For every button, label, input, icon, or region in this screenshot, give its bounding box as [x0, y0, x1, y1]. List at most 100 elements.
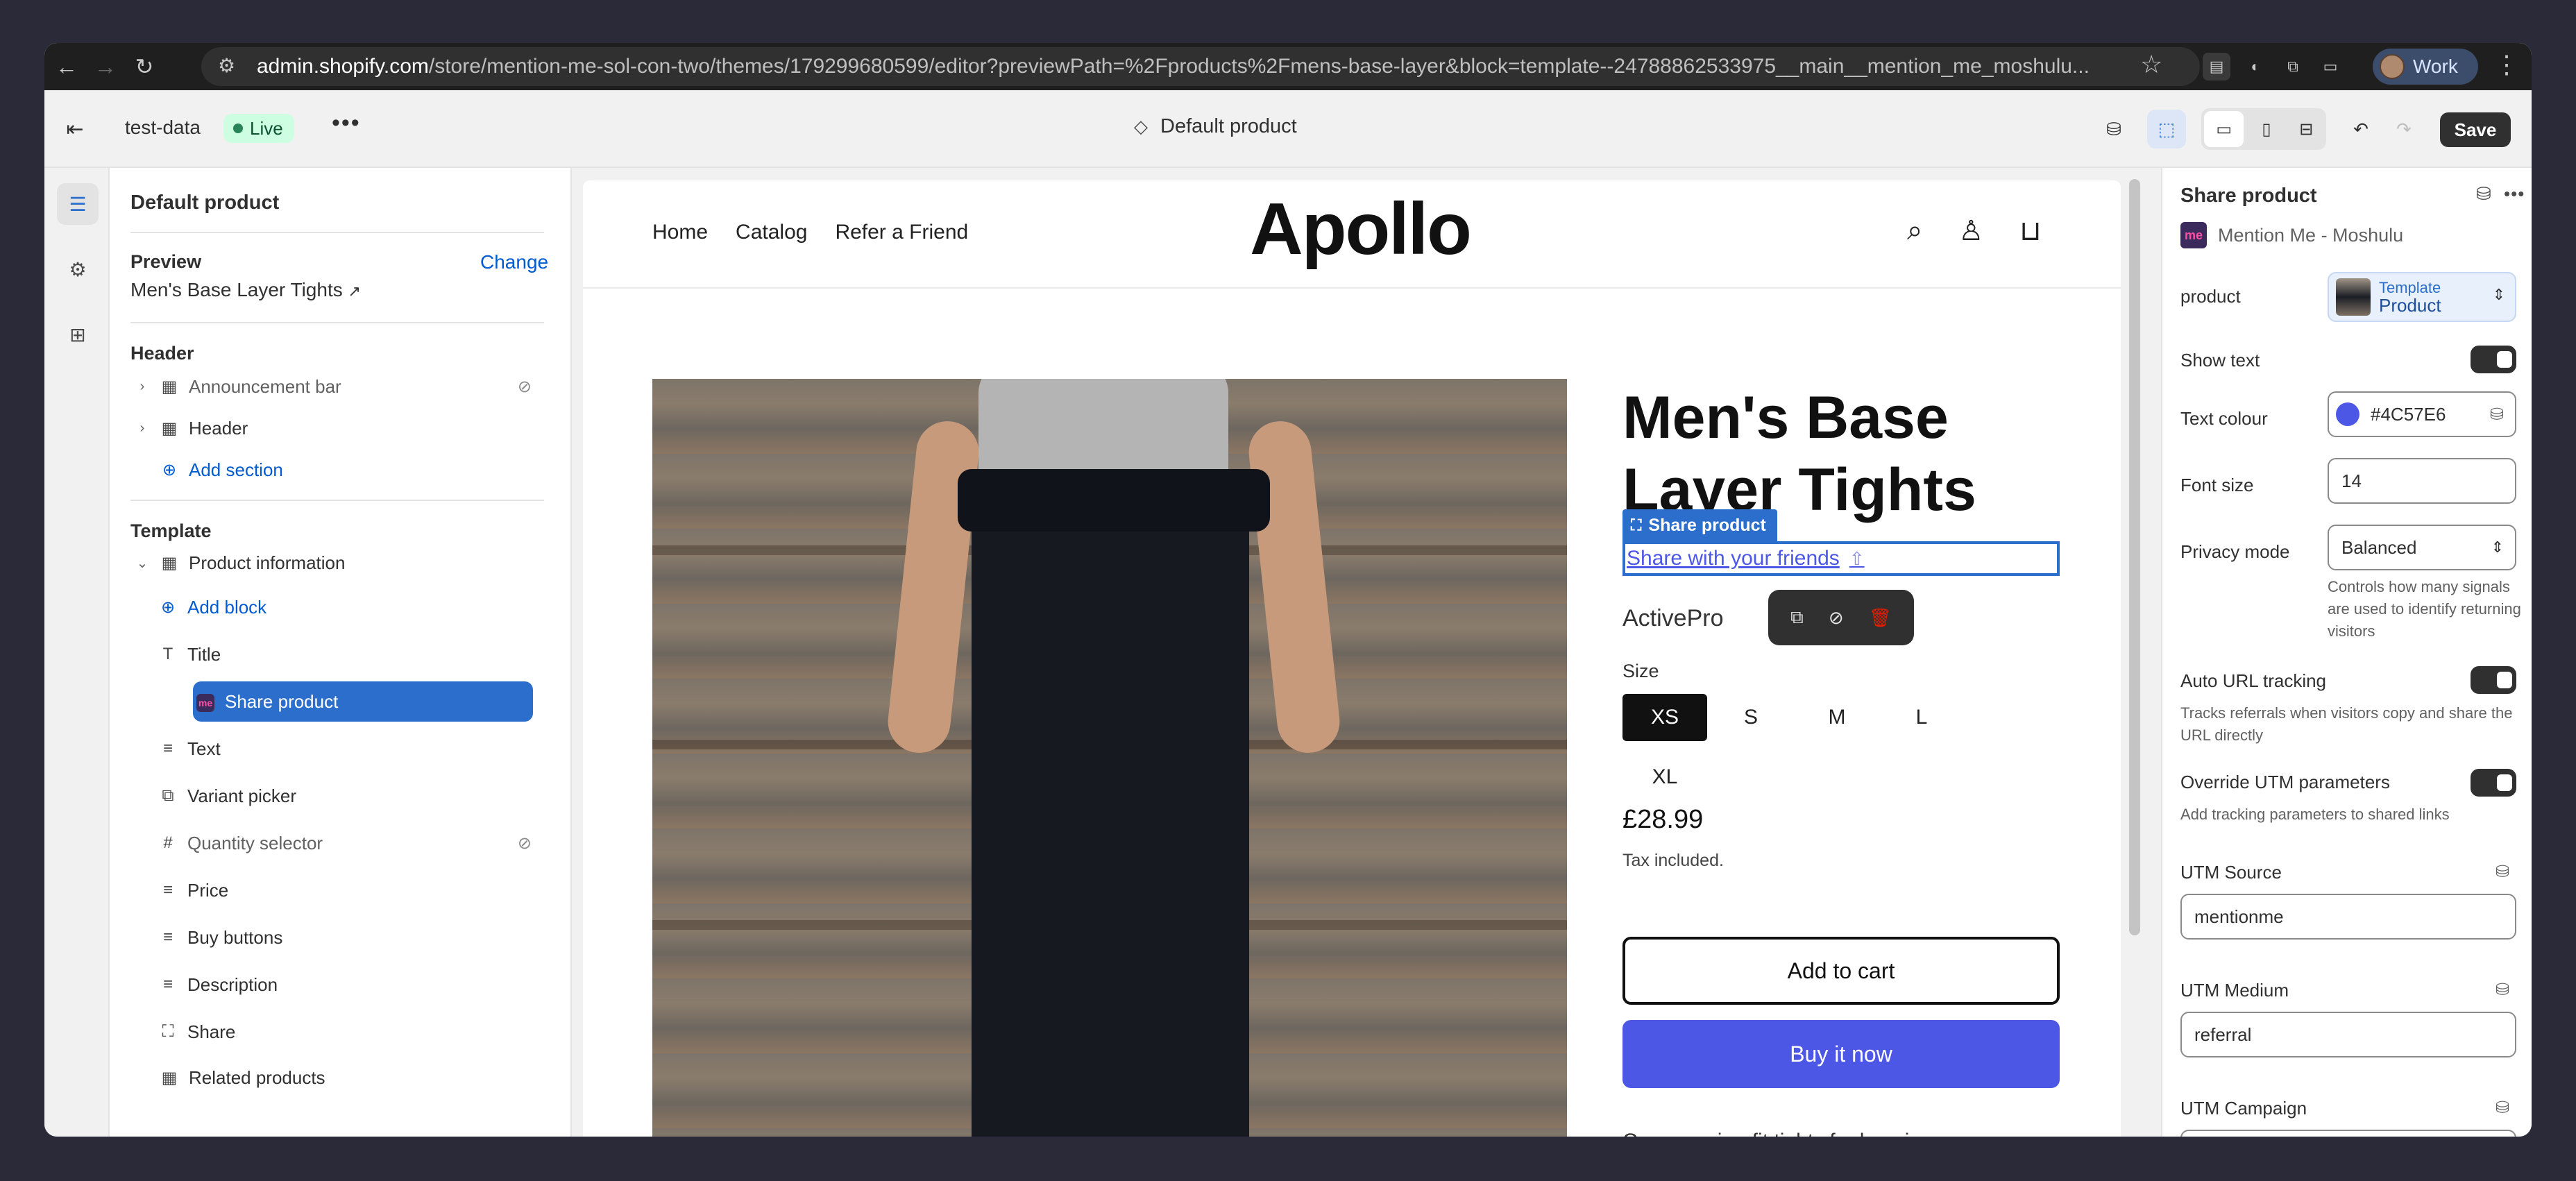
text-colour-field[interactable]: #4C57E6 ⛁ — [2328, 391, 2516, 437]
add-block-button[interactable]: ⊕ Add block — [153, 587, 544, 627]
full-width-icon[interactable]: ⊟ — [2287, 108, 2326, 150]
size-option-s[interactable]: S — [1709, 694, 1793, 741]
theme-settings-icon[interactable]: ⚙ — [57, 248, 99, 290]
reload-icon[interactable]: ↻ — [125, 47, 164, 86]
block-buy-buttons[interactable]: ≡ Buy buttons — [153, 917, 544, 958]
dynamic-source-icon[interactable]: ⛁ — [2490, 405, 2504, 425]
size-option-l[interactable]: L — [1879, 694, 1964, 741]
font-size-input[interactable]: 14 — [2328, 458, 2516, 504]
utm-source-input[interactable]: mentionme — [2180, 894, 2516, 940]
preview-scrollbar[interactable] — [2129, 179, 2140, 935]
block-share[interactable]: ⛶ Share — [153, 1012, 544, 1052]
extension-icon[interactable]: ▤ — [2203, 53, 2230, 80]
back-icon[interactable]: ← — [47, 47, 86, 86]
settings-title: Share product — [2180, 185, 2317, 207]
redo-icon[interactable]: ↷ — [2384, 110, 2423, 148]
buy-it-now-button[interactable]: Buy it now — [1622, 1020, 2060, 1088]
utm-source-label: UTM Source — [2180, 862, 2282, 883]
store-header-icons: ⌕ ♙ ⊔ — [1907, 215, 2041, 247]
privacy-value: Balanced — [2341, 536, 2417, 558]
utm-medium-input[interactable]: referral — [2180, 1012, 2516, 1057]
nav-link-catalog[interactable]: Catalog — [736, 221, 807, 244]
sections-icon[interactable]: ☰ — [57, 183, 99, 225]
account-icon[interactable]: ♙ — [1958, 215, 1983, 247]
site-settings-icon[interactable]: ⚙ — [218, 54, 243, 79]
duplicate-icon[interactable]: ⧉ — [1790, 606, 1804, 629]
mobile-icon[interactable]: ▯ — [2246, 108, 2286, 150]
chevron-right-icon[interactable]: › — [130, 379, 154, 395]
inspector-icon[interactable]: ⬚ — [2147, 110, 2186, 148]
hide-eye-icon[interactable]: ⊘ — [1829, 607, 1844, 629]
section-layout-icon: ▦ — [161, 418, 178, 438]
dynamic-source-icon[interactable]: ⛁ — [2496, 1098, 2509, 1118]
selected-block-badge[interactable]: ⛶ Share product — [1622, 509, 1777, 541]
block-quantity-selector[interactable]: # Quantity selector ⊘ — [153, 823, 544, 863]
apps-icon[interactable]: ⊞ — [57, 314, 99, 355]
chevron-down-icon[interactable]: ⌄ — [130, 554, 154, 572]
size-option-xs[interactable]: XS — [1622, 694, 1707, 741]
dynamic-source-icon[interactable]: ⛁ — [2476, 183, 2491, 205]
block-share-product[interactable]: me Share product — [193, 681, 533, 722]
section-product-information[interactable]: ⌄ ▦ Product information — [130, 543, 544, 583]
desktop-icon[interactable]: ▭ — [2204, 111, 2244, 147]
product-price: £28.99 — [1622, 805, 1704, 834]
utm-campaign-input[interactable] — [2180, 1130, 2516, 1137]
nav-link-home[interactable]: Home — [652, 221, 708, 244]
block-description[interactable]: ≡ Description — [153, 965, 544, 1005]
block-text[interactable]: ≡ Text — [153, 729, 544, 769]
extension-icon[interactable]: ▭ — [2316, 53, 2344, 80]
size-option-xl[interactable]: XL — [1622, 754, 1707, 801]
profile-chip[interactable]: Work — [2373, 49, 2478, 85]
cart-icon[interactable]: ⊔ — [2019, 215, 2041, 247]
puzzle-extensions-icon[interactable]: ⧉ — [2279, 53, 2307, 80]
chevron-right-icon[interactable]: › — [130, 420, 154, 436]
eye-hidden-icon[interactable]: ⊘ — [518, 377, 532, 397]
section-announcement-bar[interactable]: › ▦ Announcement bar ⊘ — [130, 366, 544, 407]
live-badge: Live — [223, 114, 294, 143]
undo-icon[interactable]: ↶ — [2341, 110, 2380, 148]
extension-icon[interactable]: ◐ — [2242, 53, 2269, 80]
profile-label: Work — [2413, 56, 2458, 77]
auto-url-toggle[interactable] — [2471, 666, 2516, 694]
dynamic-source-icon[interactable]: ⛁ — [2496, 862, 2509, 882]
add-section-button[interactable]: ⊕ Add section — [130, 450, 544, 490]
change-preview-link[interactable]: Change — [480, 251, 548, 273]
product-image[interactable] — [652, 379, 1567, 1137]
block-label: Share — [187, 1021, 236, 1042]
forward-icon[interactable]: → — [86, 47, 125, 86]
more-options-icon[interactable]: ••• — [2504, 183, 2525, 205]
dynamic-source-icon[interactable]: ⛁ — [2496, 980, 2509, 1000]
share-with-friends-link[interactable]: Share with your friends ⇧ — [1622, 541, 2060, 576]
exit-icon[interactable]: ⇤ — [57, 111, 93, 147]
app-embed-icon[interactable]: ⛁ — [2094, 110, 2133, 148]
block-title[interactable]: T Title — [153, 634, 544, 674]
external-link-icon[interactable]: ↗ — [348, 282, 361, 300]
nav-link-refer[interactable]: Refer a Friend — [835, 221, 968, 244]
address-bar[interactable]: ⚙ admin.shopify.com/store/mention-me-sol… — [201, 47, 2200, 86]
section-header[interactable]: › ▦ Header — [130, 408, 544, 448]
block-variant-picker[interactable]: ⧉ Variant picker — [153, 776, 544, 816]
bookmark-star-icon[interactable]: ☆ — [2140, 50, 2162, 79]
store-logo[interactable]: Apollo — [1249, 187, 1472, 271]
add-to-cart-button[interactable]: Add to cart — [1622, 937, 2060, 1005]
more-actions-icon[interactable]: ••• — [332, 110, 361, 137]
tag-icon: ◇ — [1134, 116, 1148, 137]
template-selector[interactable]: ◇ Default product — [1134, 115, 1297, 138]
override-utm-toggle[interactable] — [2471, 769, 2516, 797]
browser-menu-icon[interactable]: ⋮ — [2494, 50, 2519, 79]
search-icon[interactable]: ⌕ — [1907, 215, 1922, 247]
editor-rail: ☰ ⚙ ⊞ — [44, 168, 110, 1137]
privacy-mode-select[interactable]: Balanced ⇕ — [2328, 525, 2516, 570]
preview-product[interactable]: Men's Base Layer Tights ↗ — [130, 279, 361, 301]
delete-trash-icon[interactable]: 🗑 — [1869, 607, 1892, 629]
section-related-products[interactable]: ▦ Related products — [130, 1057, 544, 1098]
block-settings-panel: Share product ⛁ ••• me Mention Me - Moshu… — [2161, 168, 2532, 1137]
show-text-toggle[interactable] — [2471, 346, 2516, 373]
storefront-preview: Home Catalog Refer a Friend Apollo ⌕ ♙ ⊔ — [583, 180, 2121, 1137]
save-button[interactable]: Save — [2440, 112, 2511, 147]
block-price[interactable]: ≡ Price — [153, 870, 544, 910]
product-picker[interactable]: Template Product ⇕ — [2328, 272, 2516, 322]
colour-swatch[interactable] — [2336, 402, 2359, 426]
eye-hidden-icon[interactable]: ⊘ — [518, 833, 532, 853]
size-option-m[interactable]: M — [1795, 694, 1879, 741]
